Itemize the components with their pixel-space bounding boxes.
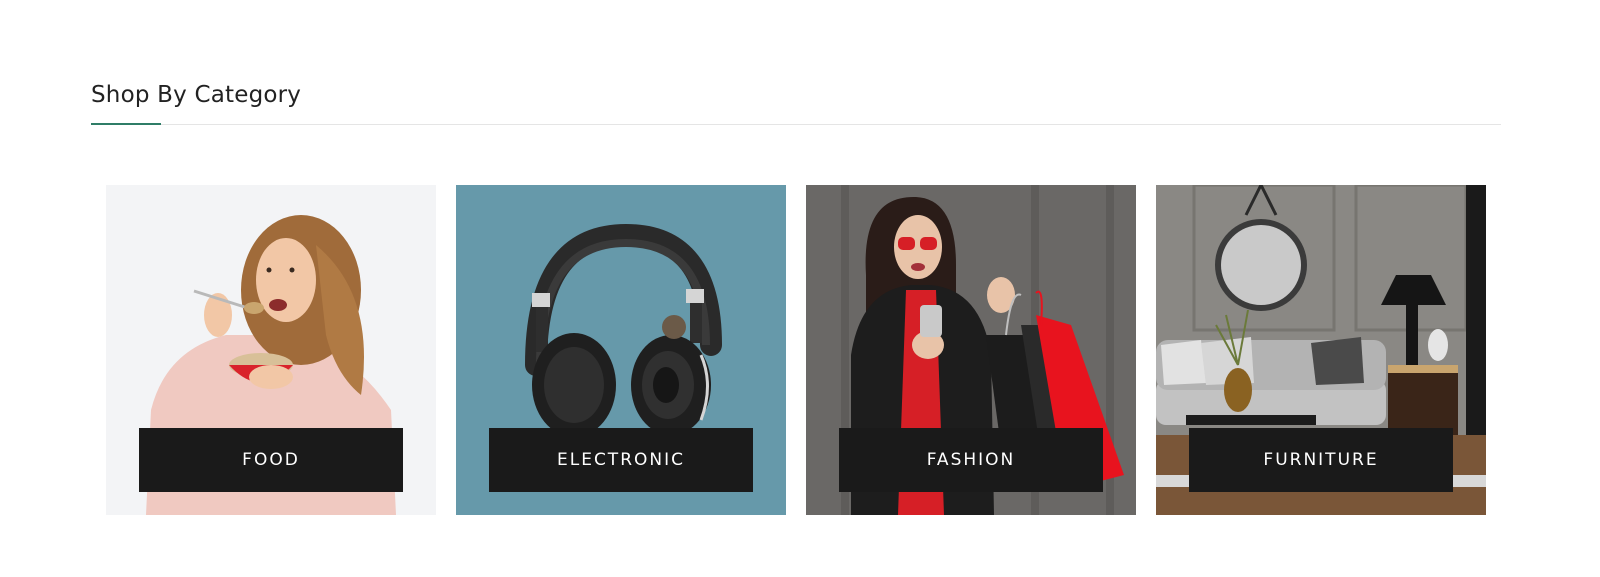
category-card-furniture[interactable]: FURNITURE — [1156, 185, 1486, 515]
category-card-electronic[interactable]: ELECTRONIC — [456, 185, 786, 515]
title-accent-underline — [91, 123, 161, 125]
shop-by-category-section: Shop By Category FOOD ELECTRONIC FASHION… — [0, 0, 1600, 577]
category-card-food[interactable]: FOOD — [106, 185, 436, 515]
category-label-furniture: FURNITURE — [1189, 428, 1453, 492]
category-label-fashion: FASHION — [839, 428, 1103, 492]
category-label-electronic: ELECTRONIC — [489, 428, 753, 492]
section-title: Shop By Category — [91, 82, 302, 108]
section-header: Shop By Category — [91, 78, 1501, 125]
category-grid: FOOD ELECTRONIC FASHION FURNITURE — [106, 185, 1486, 515]
category-label-food: FOOD — [139, 428, 403, 492]
category-card-fashion[interactable]: FASHION — [806, 185, 1136, 515]
